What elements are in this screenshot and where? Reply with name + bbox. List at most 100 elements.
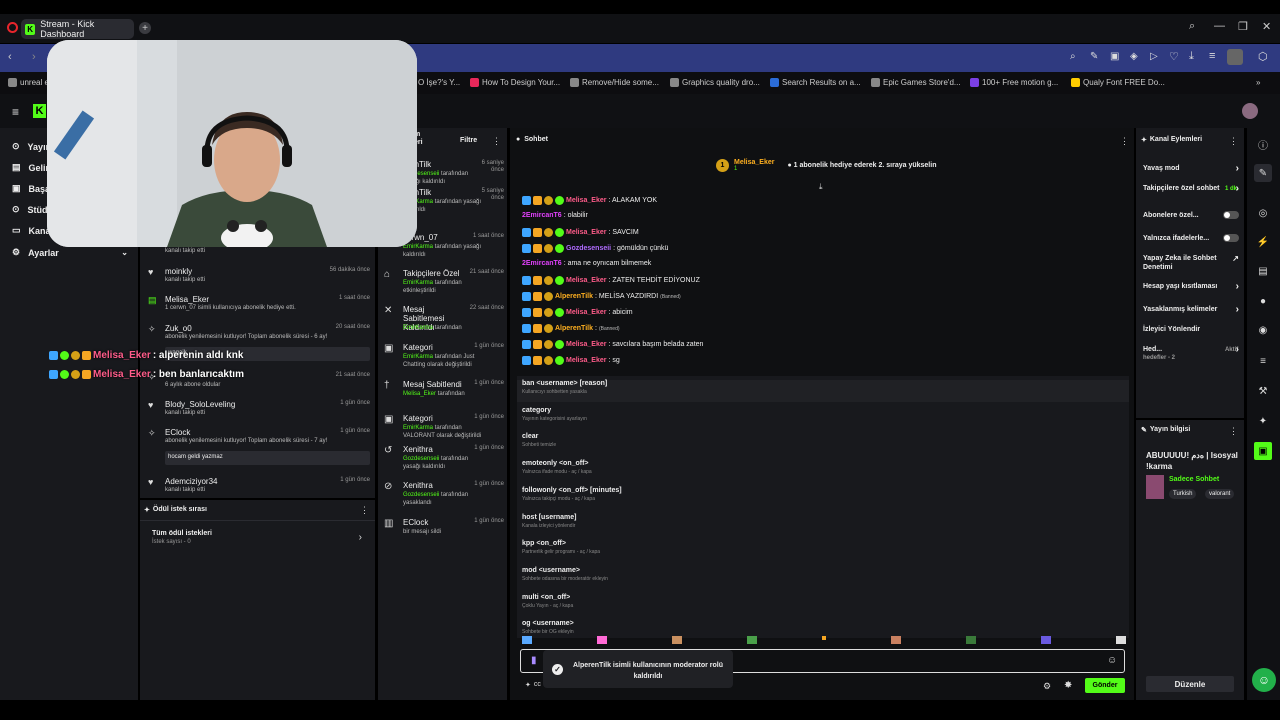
command-suggestion[interactable]: category Yayının kategorisini ayarlayın [522,407,1122,422]
chat-message[interactable]: Melisa_Eker: abicim [522,308,633,317]
play-icon[interactable]: ▷ [1150,51,1158,62]
tag[interactable]: Turkish [1169,489,1197,499]
toggle-switch[interactable] [1223,234,1239,242]
edit-icon[interactable]: ✎ [1090,51,1098,62]
back-icon[interactable]: ‹ [8,51,12,63]
server-icon[interactable]: ≡ [1254,352,1272,370]
shield-icon[interactable]: ◈ [1130,51,1138,62]
kebab-menu-icon[interactable]: ⋮ [1229,136,1238,147]
nav-item-studio[interactable]: ⊙ Stüd [12,204,48,215]
emote-icon[interactable] [597,636,607,644]
bookmark-item[interactable]: Graphics quality dro... [670,78,760,87]
channel-action-item[interactable]: Hed... Aktif hedefler - 2 › [1143,344,1239,361]
chat-message[interactable]: Melisa_Eker: ZATEN TEHDİT EDİYONUZ [522,276,700,285]
command-suggestion[interactable]: mod <username> Sohbete odasına bir modera… [522,567,1122,582]
filter-button[interactable]: Filtre [460,137,477,144]
profile-avatar[interactable] [1227,49,1243,65]
bookmark-item[interactable]: Qualy Font FREE Do... [1071,78,1165,87]
chat-username[interactable]: AlperenTilk [555,293,593,300]
bolt-icon[interactable]: ⚡ [1254,233,1272,251]
share-icon[interactable]: ✦ [1254,412,1272,430]
target-icon[interactable]: ◎ [1254,204,1272,222]
send-button[interactable]: Gönder [1085,678,1125,693]
command-suggestion[interactable]: ban <username> [reason] Kullanıcıyı sohbe… [517,380,1129,402]
bookmark-item[interactable]: How To Design Your... [470,78,560,87]
gift-icon[interactable]: ✸ [1064,680,1072,691]
close-window-button[interactable]: ✕ [1262,20,1271,33]
new-tab-button[interactable]: + [139,22,151,34]
chat-settings-gear-icon[interactable]: ⚙ [1043,681,1051,692]
browser-tab[interactable]: K Stream - Kick Dashboard [21,19,134,39]
chat-message[interactable]: Melisa_Eker: savcılara başım belada zate… [522,340,703,349]
bookmark-item[interactable]: Search Results on a... [770,78,861,87]
command-suggestion[interactable]: clear Sohbeti temizle [522,433,1122,448]
kebab-menu-icon[interactable]: ⋮ [1120,136,1129,147]
edit-button[interactable]: Düzenle [1146,676,1234,692]
bookmark-item[interactable]: unreal e [8,78,49,87]
support-chat-icon[interactable]: ☺ [1252,668,1276,692]
kick-app-icon[interactable]: ▣ [1254,442,1272,460]
kebab-menu-icon[interactable]: ⋮ [360,505,369,516]
emote-icon[interactable] [1116,636,1126,644]
camera-icon[interactable]: ▣ [1110,51,1119,62]
document-icon[interactable]: ▤ [1254,262,1272,280]
chat-message[interactable]: AlperenTilk: MELİSA YAZDIRDI (Banned) [522,292,681,301]
broadcast-icon[interactable]: ◉ [1254,321,1272,339]
channel-action-item[interactable]: Hesap yaşı kısıtlaması › [1143,281,1239,292]
chat-message[interactable]: Melisa_Eker: sg [522,356,620,365]
kebab-menu-icon[interactable]: ⋮ [492,136,501,147]
pinned-leaderboard[interactable]: 1 Melisa_Eker 1 ● 1 abonelik hediye eder… [716,159,936,172]
chat-message[interactable]: Gozdesenseii: gömüldün çünkü [522,244,668,253]
wrench-icon[interactable]: ⚒ [1254,382,1272,400]
bookmark-item[interactable]: Remove/Hide some... [570,78,659,87]
chat-username[interactable]: Melisa_Eker [566,197,606,204]
pencil-icon[interactable]: ✎ [1254,164,1272,182]
chat-icon[interactable]: ● [1254,292,1272,310]
heart-icon[interactable]: ♡ [1169,50,1179,63]
command-suggestion[interactable]: kpp <on_off> Partnerlik gelir programı - … [522,540,1122,555]
emoji-icon[interactable]: ☺ [1107,655,1117,666]
channel-action-item[interactable]: Yapay Zeka ile Sohbet Denetimi ↗ [1143,254,1239,272]
collapse-icon[interactable]: ⤓ [819,182,823,192]
chat-username[interactable]: Melisa_Eker [566,341,606,348]
user-avatar[interactable] [1242,103,1258,119]
toolbar-search-icon[interactable]: ⌕ [1070,51,1076,62]
emote-icon[interactable] [522,636,532,644]
chat-points[interactable]: ✦ cc [525,681,541,689]
chat-username[interactable]: 2EmircanT6 [522,260,562,267]
nav-item-stream[interactable]: ⊙ Yayın [12,141,51,152]
chat-username[interactable]: Gozdesenseii [566,245,611,252]
command-suggestion[interactable]: followonly <on_off> [minutes] Yalnızca ta… [522,487,1122,502]
bookmark-item[interactable]: Epic Games Store'd... [871,78,961,87]
kebab-menu-icon[interactable]: ⋮ [1229,426,1238,437]
nav-item-start[interactable]: ▣ Başa [12,183,50,194]
menu-icon[interactable]: ≡ [1209,50,1215,62]
channel-action-item[interactable]: İzleyici Yönlendir [1143,325,1239,334]
bookmark-item[interactable]: 100+ Free motion g... [970,78,1058,87]
command-suggestion[interactable]: og <username> Sohbete bir OG ekleyin [522,620,1122,635]
category-name[interactable]: Sadece Sohbet [1169,476,1219,483]
emote-icon[interactable] [1041,636,1051,644]
channel-action-item[interactable]: Yalnızca ifadelerle... [1143,234,1239,243]
channel-action-item[interactable]: Yasaklanmış kelimeler › [1143,304,1239,315]
bookmark-item[interactable]: O İşe?'s Y... [418,78,460,87]
info-icon[interactable]: ⓘ [1254,135,1272,153]
more-bookmarks-icon[interactable]: » [1256,78,1260,87]
emote-icon[interactable] [672,636,682,644]
extensions-icon[interactable]: ⬡ [1258,50,1268,63]
command-suggestion[interactable]: host [username] Kanala izleyici yönlendir [522,514,1122,529]
mic-icon[interactable]: ▮ [531,655,537,666]
chat-username[interactable]: Melisa_Eker [566,309,606,316]
search-icon[interactable]: ⌕ [1189,20,1195,33]
chat-message[interactable]: Melisa_Eker: SAVCIM [522,228,639,237]
download-icon[interactable]: ⤓ [1189,50,1194,63]
chat-username[interactable]: Melisa_Eker [566,357,606,364]
chat-username[interactable]: 2EmircanT6 [522,212,562,219]
emote-icon[interactable] [747,636,757,644]
channel-action-item[interactable]: Abonelere özel... [1143,211,1239,220]
opera-logo-icon[interactable] [7,22,18,33]
nav-item-settings[interactable]: ⚙ Ayarlar ⌄ [12,247,128,258]
all-rewards-item[interactable]: Tüm ödül istekleri İstek sayısı - 0 › [152,530,362,545]
command-suggestion[interactable]: emoteonly <on_off> Yalnızca ifade modu - … [522,460,1122,475]
forward-icon[interactable]: › [32,51,36,63]
